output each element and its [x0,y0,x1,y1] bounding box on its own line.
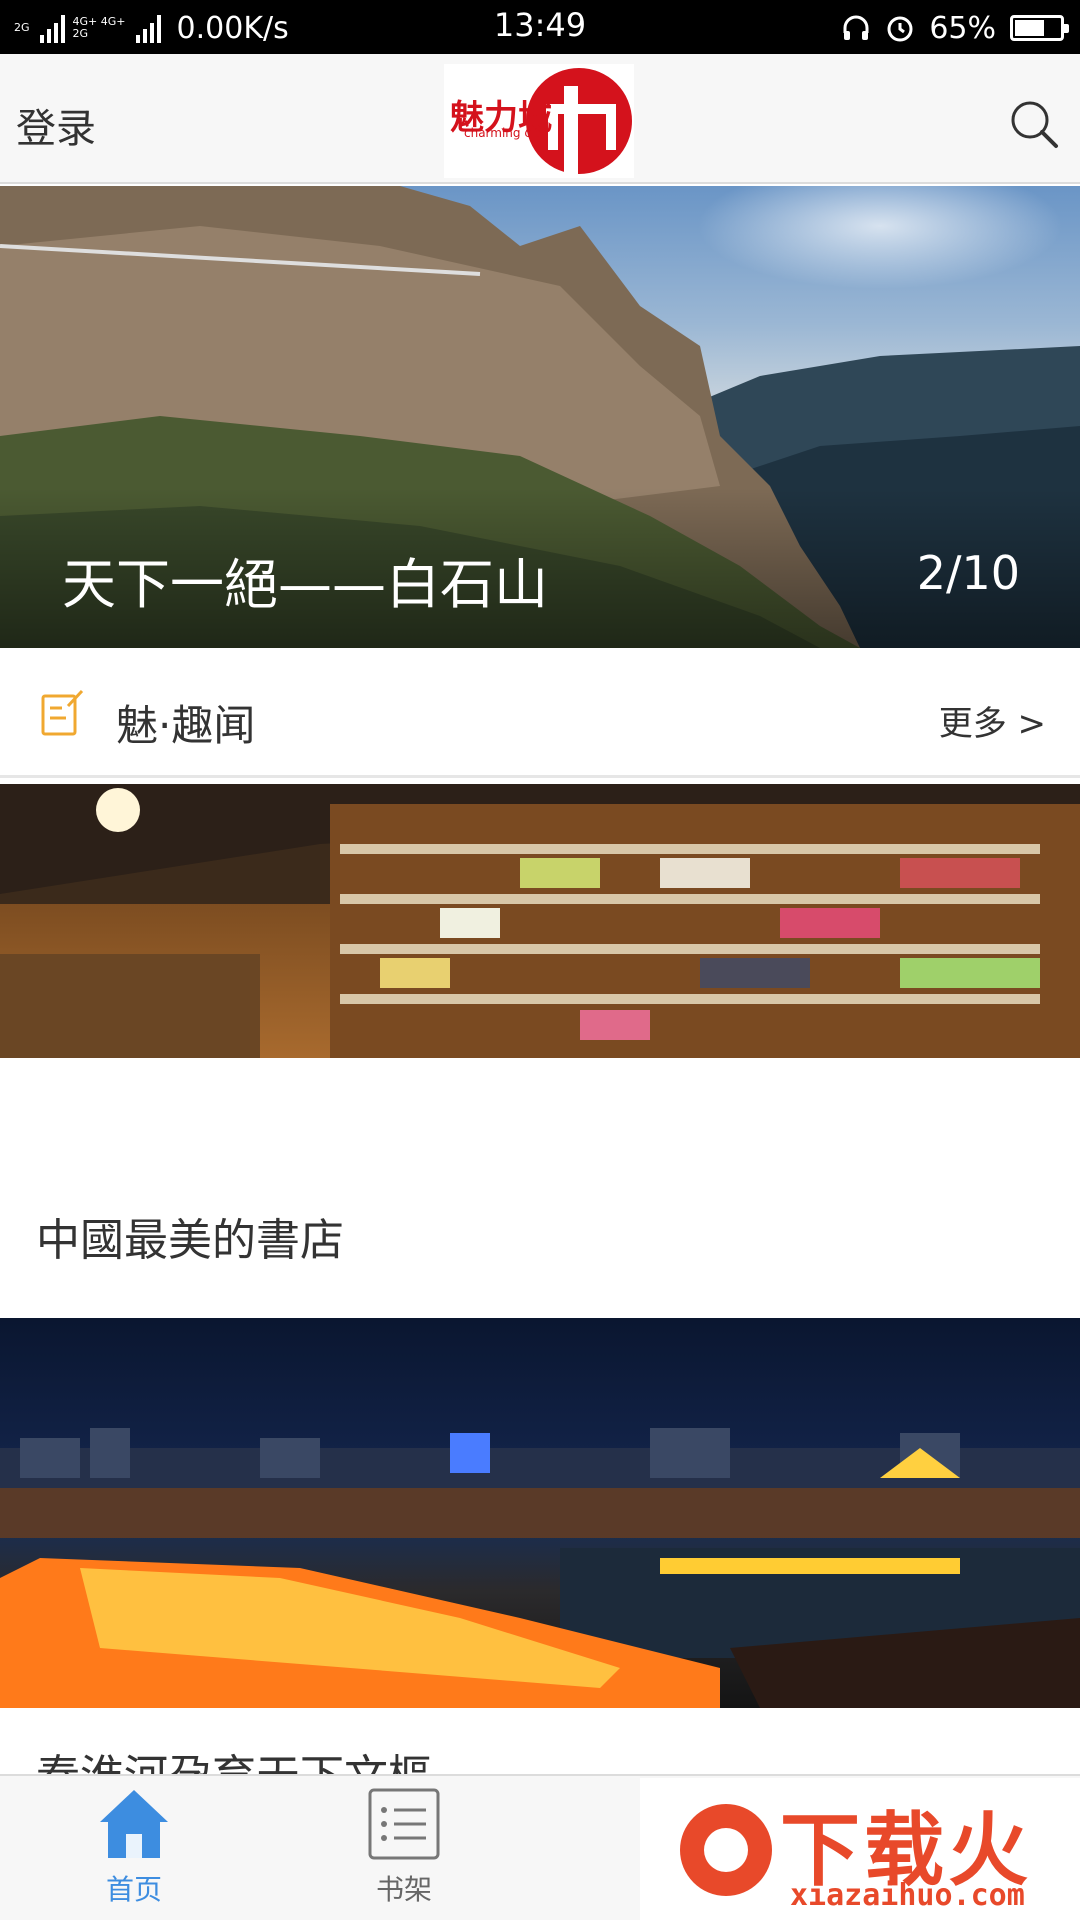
bookstore-photo [0,784,1080,1058]
tab-home[interactable]: 首页 [64,1786,204,1916]
app-logo: 魅力城 charming city [444,64,634,178]
section-title: 魅·趣闻 [116,701,256,750]
battery-percent: 65% [929,10,996,46]
alarm-icon [887,16,913,42]
article-title[interactable]: 中國最美的書店 [36,1204,344,1268]
tab-bookshelf[interactable]: 书架 [334,1786,474,1916]
banner-counter: 2/10 [916,546,1020,600]
edit-note-icon [41,689,84,736]
more-link[interactable]: 更多 > [939,696,1046,745]
banner-title: 天下一絕——白石山 [62,553,548,616]
night-river-photo [0,1428,1080,1708]
logo-subtext: charming city [464,126,547,140]
watermark-url: xiazaihuo.com [790,1878,1025,1913]
watermark-icon [680,1804,772,1896]
status-bar: 2G 4G+ 4G+ 2G 0.00K/s 13:49 65% [0,0,1080,54]
section-header: 魅·趣闻 更多 > [0,650,1080,778]
article-image-bookstore[interactable] [0,784,1080,1058]
battery-icon [1010,15,1069,41]
status-right: 65% [841,6,1069,50]
banner-carousel[interactable]: 天下一絕——白石山 2/10 [0,186,1080,648]
search-icon[interactable] [1008,98,1060,150]
tab-home-label: 首页 [105,1873,162,1906]
watermark-logo: 下载火 xiazaihuo.com [640,1778,1080,1920]
login-button[interactable]: 登录 [16,96,96,154]
article-image-river[interactable] [0,1318,1080,1708]
tab-bookshelf-label: 书架 [375,1873,432,1906]
home-icon [100,1790,168,1858]
headset-icon [843,15,869,40]
list-icon [368,1788,440,1860]
app-header: 登录 魅力城 charming city [0,54,1080,184]
